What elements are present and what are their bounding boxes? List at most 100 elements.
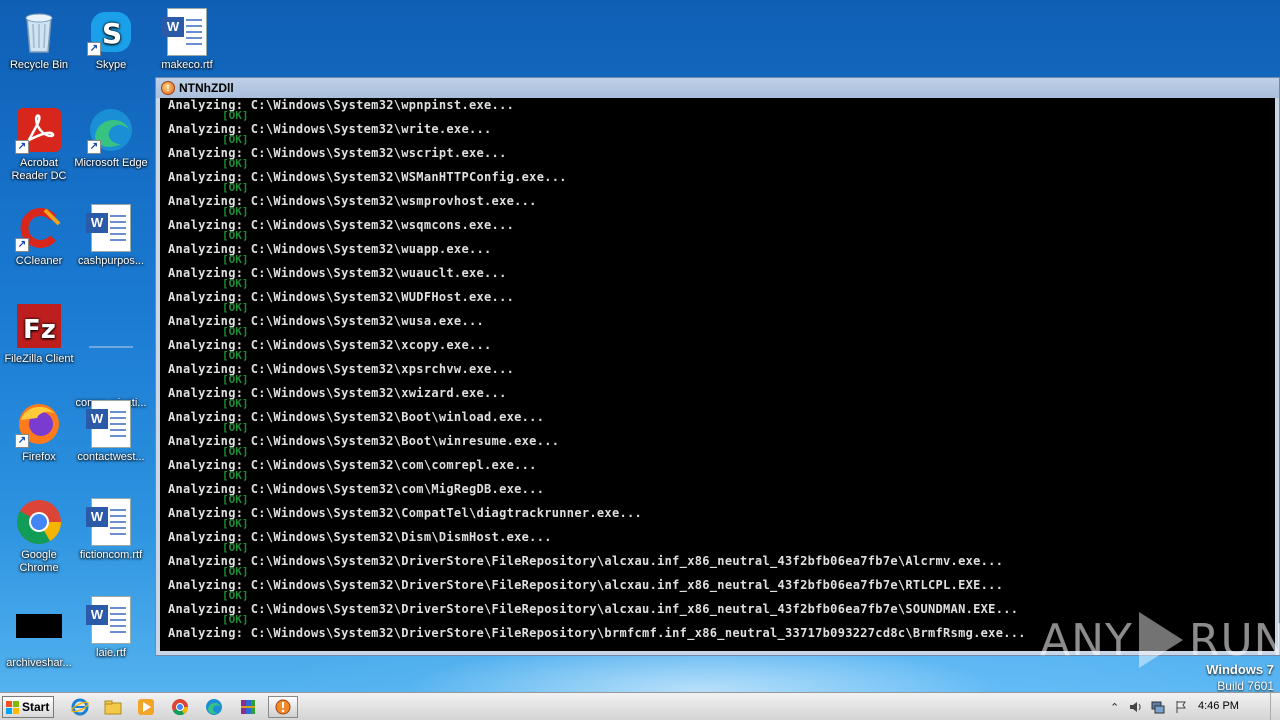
filezilla-icon: Fz bbox=[15, 302, 63, 350]
ok-status: [OK] bbox=[222, 157, 249, 170]
desktop-icon-acrobat[interactable]: ↗ Acrobat Reader DC bbox=[0, 106, 78, 183]
desktop-icon-contactwest[interactable]: W contactwest... bbox=[72, 400, 150, 464]
desktop-icon-label: Google Chrome bbox=[19, 549, 59, 574]
desktop-icon-cashpurpos[interactable]: W cashpurpos... bbox=[72, 204, 150, 268]
desktop-icon-label: Skype bbox=[95, 59, 127, 71]
desktop-icon-firefox[interactable]: ↗ Firefox bbox=[0, 400, 78, 464]
ok-status: [OK] bbox=[222, 445, 249, 458]
desktop-icon-skype[interactable]: S ↗ Skype bbox=[72, 8, 150, 72]
desktop-icon-label: archiveshar... bbox=[6, 657, 72, 669]
console-line: [OK] Analyzing: C:\Windows\System32\Boot\… bbox=[160, 398, 1275, 434]
desktop-icon-label: Firefox bbox=[22, 451, 56, 463]
ok-status: [OK] bbox=[222, 541, 249, 554]
analyzing-text: Analyzing: C:\Windows\System32\wpnpinst.… bbox=[168, 98, 515, 112]
console-output[interactable]: Analyzing: C:\Windows\System32\wpnpinst.… bbox=[160, 98, 1275, 651]
shortcut-arrow-icon: ↗ bbox=[87, 42, 101, 56]
desktop-icon-label: laie.rtf bbox=[96, 647, 126, 659]
taskbar-clock[interactable]: 4:46 PM bbox=[1198, 700, 1239, 712]
desktop-icon-communicati[interactable]: communicati... bbox=[72, 302, 150, 410]
analyzing-text: Analyzing: C:\Windows\System32\DriverSto… bbox=[168, 578, 1004, 592]
black-file-icon bbox=[15, 614, 63, 654]
desktop-icon-label: FileZilla Client bbox=[4, 353, 74, 365]
watermark-left-text: ANY bbox=[1040, 614, 1133, 666]
word-document-icon: W bbox=[86, 596, 135, 644]
winrar-icon bbox=[241, 700, 255, 714]
desktop-icon-makeco[interactable]: W makeco.rtf bbox=[148, 8, 226, 72]
ok-status: [OK] bbox=[222, 613, 249, 626]
show-hidden-icons-chevron-icon[interactable]: ⌃ bbox=[1110, 701, 1119, 714]
desktop-icon-fictioncom[interactable]: W fictioncom.rtf bbox=[72, 498, 150, 562]
word-document-icon: W bbox=[86, 400, 135, 448]
network-icon[interactable] bbox=[1151, 700, 1165, 714]
internet-explorer-icon bbox=[71, 698, 89, 716]
taskbar-internet-explorer[interactable] bbox=[66, 696, 94, 718]
console-title: NTNhZDll bbox=[179, 81, 234, 95]
system-tray: ⌃ bbox=[1110, 698, 1188, 716]
ok-status: [OK] bbox=[222, 493, 249, 506]
desktop-icon-laie[interactable]: W laie.rtf bbox=[72, 596, 150, 660]
word-document-icon: W bbox=[86, 498, 135, 546]
ntnhzdll-app-icon: ! bbox=[161, 81, 175, 95]
desktop-icon-recycle-bin[interactable]: Recycle Bin bbox=[0, 8, 78, 72]
ok-status: [OK] bbox=[222, 109, 249, 122]
taskbar-media-player[interactable] bbox=[132, 696, 160, 718]
analyzing-text: Analyzing: C:\Windows\System32\DriverSto… bbox=[168, 602, 1019, 616]
taskbar-chrome[interactable] bbox=[166, 696, 194, 718]
shortcut-arrow-icon: ↗ bbox=[15, 238, 29, 252]
desktop-icon-ccleaner[interactable]: ↗ CCleaner bbox=[0, 204, 78, 268]
svg-text:S: S bbox=[102, 17, 122, 50]
taskbar-edge[interactable] bbox=[200, 696, 228, 718]
desktop-icon-chrome[interactable]: Google Chrome bbox=[0, 498, 78, 575]
analyzing-text: Analyzing: C:\Windows\System32\wuapp.exe… bbox=[168, 242, 492, 256]
acrobat-icon: ↗ bbox=[15, 106, 63, 154]
desktop-icon-label: Acrobat Reader DC bbox=[11, 157, 67, 182]
recycle-bin-icon bbox=[15, 8, 63, 56]
console-line: [OK] Analyzing: C:\Windows\System32\Compa… bbox=[160, 494, 1275, 530]
desktop-icon-label: makeco.rtf bbox=[161, 59, 213, 71]
taskbar-explorer[interactable] bbox=[99, 696, 127, 718]
ok-status: [OK] bbox=[222, 589, 249, 602]
windows-flag-icon bbox=[6, 700, 19, 714]
edge-icon bbox=[206, 699, 222, 715]
chrome-icon bbox=[15, 498, 63, 546]
desktop: Recycle Bin ↗ Acrobat Reader DC ↗ CClean… bbox=[0, 0, 1280, 692]
desktop-icon-label: contactwest... bbox=[77, 451, 145, 463]
ok-status: [OK] bbox=[222, 349, 249, 362]
ok-status: [OK] bbox=[222, 421, 249, 434]
analyzing-text: Analyzing: C:\Windows\System32\wusa.exe.… bbox=[168, 314, 485, 328]
taskbar-ntnhzdll[interactable] bbox=[268, 696, 298, 718]
taskbar: Start ⌃ 4:46 PM bbox=[0, 692, 1280, 720]
console-line: [OK] Analyzing: C:\Windows\System32\wusa.… bbox=[160, 302, 1275, 338]
ok-status: [OK] bbox=[222, 181, 249, 194]
ok-status: [OK] bbox=[222, 397, 249, 410]
console-titlebar[interactable]: ! NTNhZDll bbox=[156, 78, 1279, 98]
chrome-icon bbox=[172, 699, 189, 716]
ccleaner-icon: ↗ bbox=[15, 204, 63, 252]
analyzing-text: Analyzing: C:\Windows\System32\wscript.e… bbox=[168, 146, 507, 160]
desktop-icon-label: cashpurpos... bbox=[77, 255, 145, 267]
desktop-icon-edge[interactable]: ↗ Microsoft Edge bbox=[72, 106, 150, 170]
os-build: Build 7601 bbox=[1217, 679, 1274, 692]
taskbar-winrar[interactable] bbox=[234, 696, 262, 718]
console-line: [OK] Analyzing: C:\Windows\System32\wuauc… bbox=[160, 254, 1275, 290]
explorer-folder-icon bbox=[104, 700, 122, 715]
analyzing-text: Analyzing: C:\Windows\System32\DriverSto… bbox=[168, 626, 1026, 640]
svg-text:Fz: Fz bbox=[23, 315, 56, 345]
console-line: [OK] Analyzing: C:\Windows\System32\WSMan… bbox=[160, 158, 1275, 194]
console-line: [OK] Analyzing: C:\Windows\System32\xcopy… bbox=[160, 326, 1275, 362]
ok-status: [OK] bbox=[222, 373, 249, 386]
console-line: [OK] Analyzing: C:\Windows\System32\wsqmc… bbox=[160, 206, 1275, 242]
show-desktop-button[interactable] bbox=[1270, 693, 1280, 720]
desktop-icon-archiveshar[interactable]: archiveshar... bbox=[0, 600, 78, 670]
desktop-icon-filezilla[interactable]: Fz FileZilla Client bbox=[0, 302, 78, 366]
word-document-icon: W bbox=[86, 204, 135, 252]
analyzing-text: Analyzing: C:\Windows\System32\xpsrchvw.… bbox=[168, 362, 515, 376]
shortcut-arrow-icon: ↗ bbox=[15, 434, 29, 448]
speaker-icon[interactable] bbox=[1128, 700, 1142, 714]
action-center-flag-icon[interactable] bbox=[1174, 700, 1188, 714]
console-line: [OK] Analyzing: C:\Windows\System32\Drive… bbox=[160, 542, 1275, 578]
ok-status: [OK] bbox=[222, 301, 249, 314]
console-window[interactable]: ! NTNhZDll Analyzing: C:\Windows\System3… bbox=[155, 77, 1280, 656]
start-button[interactable]: Start bbox=[2, 696, 54, 718]
media-player-icon bbox=[138, 699, 154, 715]
